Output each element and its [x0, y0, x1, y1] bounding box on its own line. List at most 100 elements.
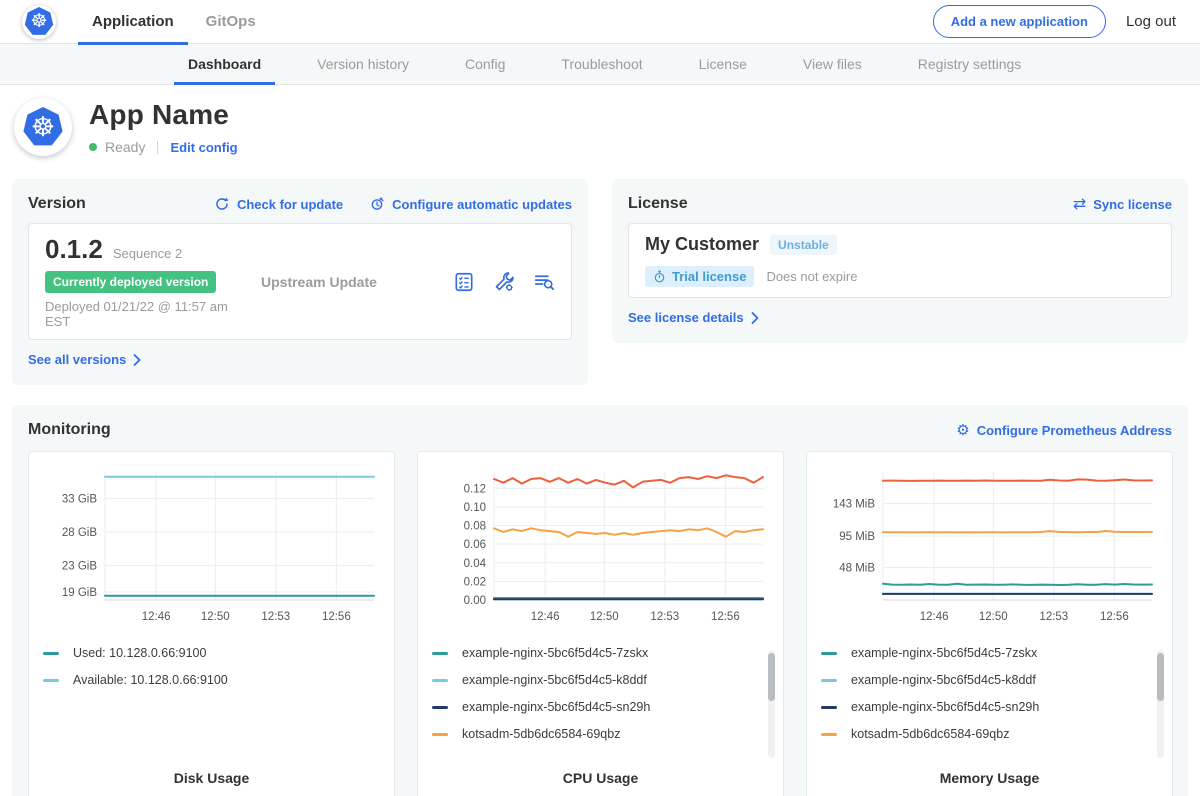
version-sequence: Sequence 2	[113, 246, 182, 261]
svg-text:12:46: 12:46	[531, 611, 560, 623]
configure-prometheus-link[interactable]: ⚙ Configure Prometheus Address	[956, 423, 1172, 438]
svg-text:12:50: 12:50	[979, 611, 1008, 623]
legend-color-dash	[821, 679, 837, 682]
svg-text:12:50: 12:50	[590, 611, 619, 623]
kubernetes-heptagon: ☸	[25, 7, 54, 36]
version-card-title: Version	[28, 195, 86, 213]
customer-name: My Customer	[645, 234, 759, 255]
check-for-update-link[interactable]: Check for update	[214, 196, 343, 212]
chart-title: CPU Usage	[432, 770, 769, 786]
svg-text:12:56: 12:56	[1100, 611, 1129, 623]
legend-color-dash	[821, 652, 837, 655]
legend-item: example-nginx-5bc6f5d4c5-7zskx	[821, 646, 1158, 660]
svg-text:28 GiB: 28 GiB	[62, 527, 97, 539]
legend-item: kotsadm-5db6dc6584-69qbz	[432, 727, 769, 741]
divider	[157, 141, 158, 154]
legend-item: Available: 10.128.0.66:9100	[43, 673, 380, 687]
license-details-box: My Customer Unstable Trial license Does …	[628, 223, 1172, 298]
subtab-license[interactable]: License	[685, 44, 761, 84]
legend-color-dash	[43, 652, 59, 655]
channel-badge: Unstable	[770, 235, 837, 255]
tab-application[interactable]: Application	[78, 0, 188, 44]
svg-text:0.00: 0.00	[464, 595, 486, 607]
legend-label: example-nginx-5bc6f5d4c5-k8ddf	[851, 673, 1036, 687]
gear-icon: ⚙	[956, 423, 969, 438]
kubernetes-logo: ☸	[22, 5, 56, 39]
legend-label: kotsadm-5db6dc6584-69qbz	[851, 727, 1009, 741]
refresh-icon	[214, 196, 230, 212]
svg-text:0.08: 0.08	[464, 521, 486, 533]
legend-scrollbar-thumb[interactable]	[1157, 653, 1164, 701]
deployed-status-badge: Currently deployed version	[45, 271, 216, 293]
ready-status-dot	[89, 143, 97, 151]
svg-text:12:56: 12:56	[711, 611, 740, 623]
memory-usage-chart: 12:4612:5012:5312:56143 MiB95 MiB48 MiB	[821, 464, 1158, 636]
chart-title: Memory Usage	[821, 770, 1158, 786]
page-title: App Name	[89, 99, 238, 131]
helm-wheel-icon: ☸	[31, 114, 55, 141]
svg-text:12:46: 12:46	[920, 611, 949, 623]
sync-arrows-icon: ⇄	[1073, 196, 1086, 212]
legend-color-dash	[432, 733, 448, 736]
tab-application-label: Application	[92, 13, 174, 30]
legend-item: example-nginx-5bc6f5d4c5-sn29h	[432, 700, 769, 714]
see-all-versions-link[interactable]: See all versions	[28, 352, 141, 367]
version-number: 0.1.2	[45, 234, 103, 265]
app-header: ☸ App Name Ready Edit config	[0, 85, 1200, 171]
legend-scrollbar-thumb[interactable]	[768, 653, 775, 701]
legend-color-dash	[432, 652, 448, 655]
add-new-application-button[interactable]: Add a new application	[933, 5, 1106, 38]
monitoring-title: Monitoring	[28, 421, 111, 439]
svg-text:0.10: 0.10	[464, 502, 486, 514]
svg-text:48 MiB: 48 MiB	[839, 563, 875, 575]
svg-text:12:53: 12:53	[650, 611, 679, 623]
top-nav: ☸ Application GitOps Add a new applicati…	[0, 0, 1200, 44]
legend-color-dash	[43, 679, 59, 682]
tab-gitops-label: GitOps	[206, 13, 256, 30]
license-card-title: License	[628, 195, 688, 213]
svg-text:23 GiB: 23 GiB	[62, 560, 97, 572]
subtab-troubleshoot[interactable]: Troubleshoot	[547, 44, 656, 84]
memory-usage-chart-card: 12:4612:5012:5312:56143 MiB95 MiB48 MiB …	[806, 451, 1173, 796]
svg-text:12:46: 12:46	[142, 611, 171, 623]
see-license-details-link[interactable]: See license details	[628, 310, 759, 325]
legend-scrollbar	[1157, 650, 1164, 758]
legend-label: example-nginx-5bc6f5d4c5-sn29h	[851, 700, 1039, 714]
disk-usage-chart: 12:4612:5012:5312:5633 GiB28 GiB23 GiB19…	[43, 464, 380, 636]
preflight-checks-icon[interactable]	[453, 271, 475, 293]
svg-text:95 MiB: 95 MiB	[839, 531, 875, 543]
subtab-dashboard[interactable]: Dashboard	[174, 44, 275, 84]
edit-config-link[interactable]: Edit config	[170, 140, 237, 155]
svg-text:33 GiB: 33 GiB	[62, 494, 97, 506]
subtab-registry-settings[interactable]: Registry settings	[904, 44, 1035, 84]
subtab-config[interactable]: Config	[451, 44, 519, 84]
tab-gitops[interactable]: GitOps	[192, 0, 270, 44]
release-notes-search-icon[interactable]	[533, 271, 555, 293]
legend-item: example-nginx-5bc6f5d4c5-sn29h	[821, 700, 1158, 714]
legend-scrollbar	[768, 650, 775, 758]
legend-item: kotsadm-5db6dc6584-69qbz	[821, 727, 1158, 741]
chevron-right-icon	[133, 354, 141, 366]
sync-license-link[interactable]: ⇄ Sync license	[1073, 196, 1172, 212]
license-expiry: Does not expire	[766, 269, 857, 284]
svg-text:12:53: 12:53	[261, 611, 290, 623]
deployed-timestamp: Deployed 01/21/22 @ 11:57 am EST	[45, 299, 241, 329]
legend-label: example-nginx-5bc6f5d4c5-k8ddf	[462, 673, 647, 687]
svg-text:0.06: 0.06	[464, 539, 486, 551]
legend-label: kotsadm-5db6dc6584-69qbz	[462, 727, 620, 741]
memory-usage-legend: example-nginx-5bc6f5d4c5-7zskx example-ng…	[821, 646, 1158, 741]
edit-config-wrench-icon[interactable]	[493, 271, 515, 293]
helm-wheel-icon: ☸	[30, 12, 47, 31]
svg-text:0.02: 0.02	[464, 576, 486, 588]
status-label: Ready	[105, 139, 145, 155]
logout-link[interactable]: Log out	[1126, 13, 1176, 30]
subtab-version-history[interactable]: Version history	[303, 44, 423, 84]
svg-text:12:53: 12:53	[1039, 611, 1068, 623]
disk-usage-chart-card: 12:4612:5012:5312:5633 GiB28 GiB23 GiB19…	[28, 451, 395, 796]
legend-label: example-nginx-5bc6f5d4c5-7zskx	[462, 646, 648, 660]
configure-automatic-updates-link[interactable]: Configure automatic updates	[369, 196, 572, 212]
cpu-usage-chart: 12:4612:5012:5312:560.120.100.080.060.04…	[432, 464, 769, 636]
svg-text:0.04: 0.04	[464, 558, 487, 570]
subtab-view-files[interactable]: View files	[789, 44, 876, 84]
legend-item: example-nginx-5bc6f5d4c5-k8ddf	[821, 673, 1158, 687]
